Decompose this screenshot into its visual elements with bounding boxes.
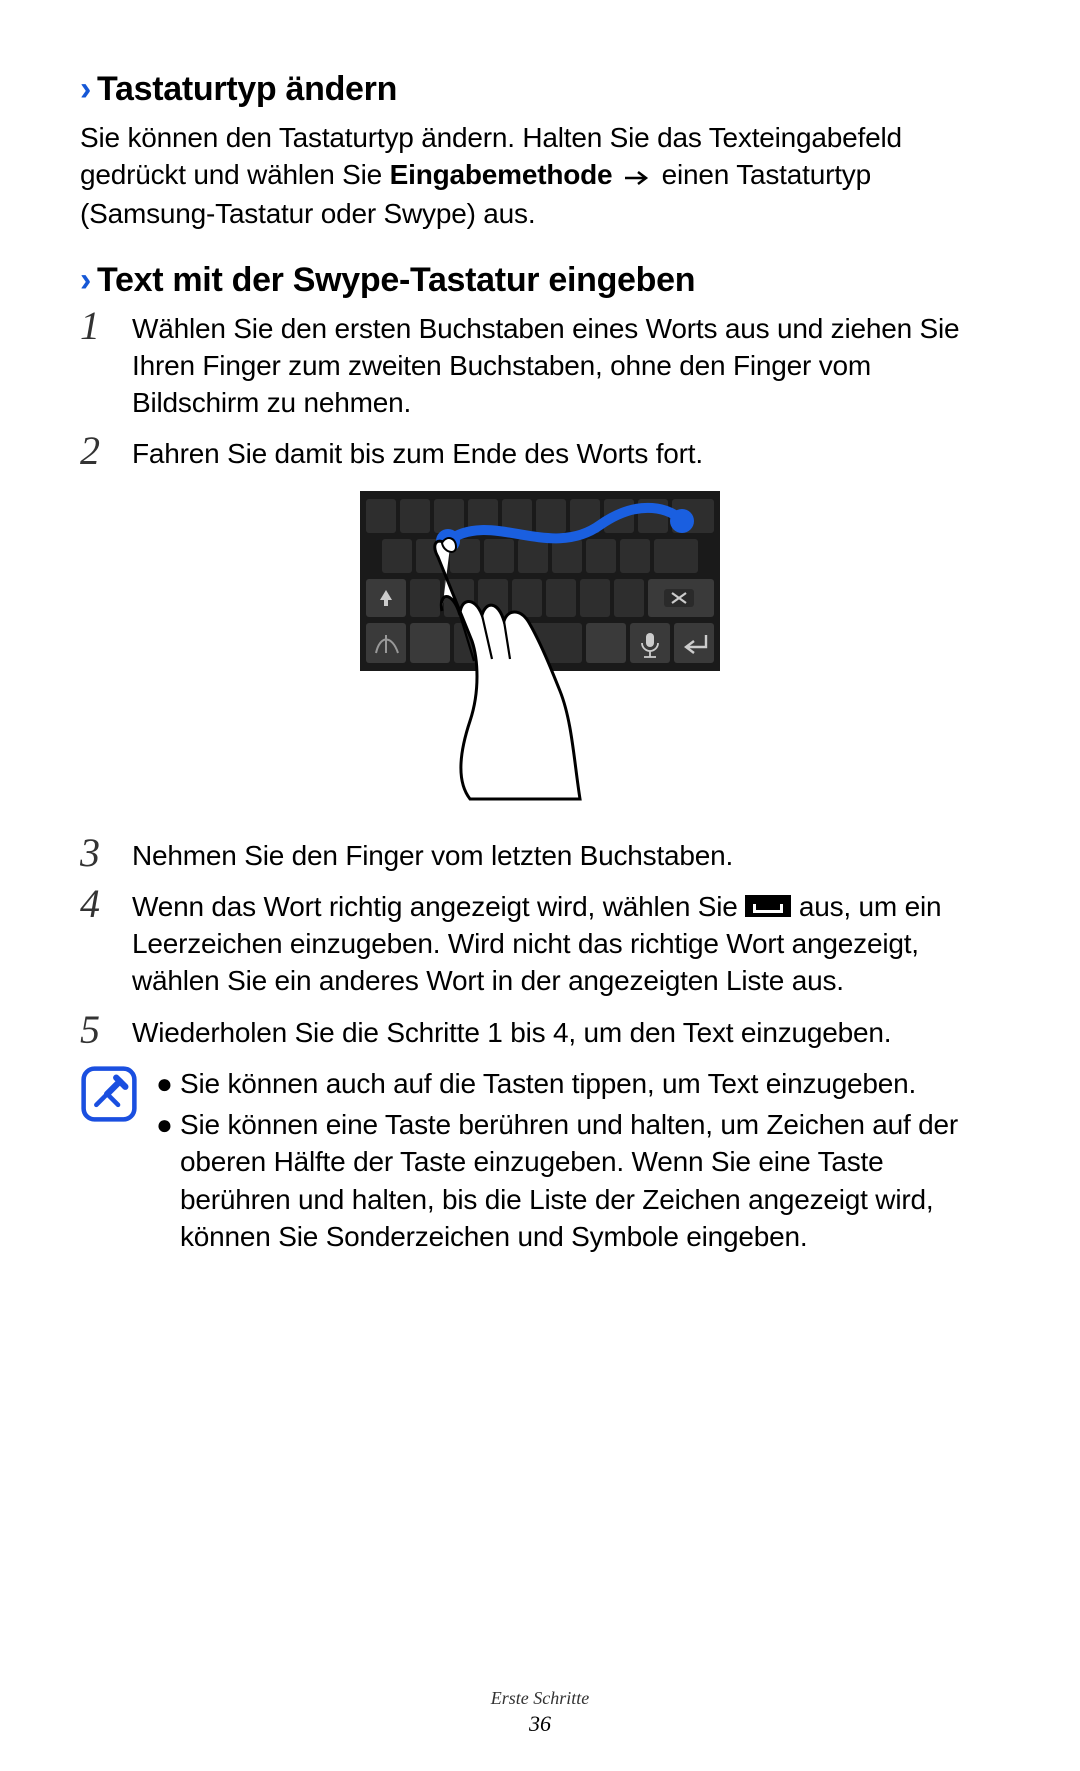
step-item: 2 Fahren Sie damit bis zum Ende des Wort… <box>80 435 1000 472</box>
note-item: ● Sie können eine Taste berühren und hal… <box>156 1106 1000 1255</box>
step-text: Wiederholen Sie die Schritte 1 bis 4, um… <box>132 1014 1000 1051</box>
arrow-right-icon <box>624 158 650 195</box>
note-block: ● Sie können auch auf die Tasten tippen,… <box>80 1065 1000 1259</box>
step-number: 2 <box>80 431 114 472</box>
section-change-keyboard-type: ›Tastaturtyp ändern Sie können den Tasta… <box>80 70 1000 233</box>
section-title: Text mit der Swype-Tastatur eingeben <box>97 261 695 299</box>
note-icon <box>80 1065 138 1123</box>
step-number: 3 <box>80 833 114 874</box>
step-item: 4 Wenn das Wort richtig angezeigt wird, … <box>80 888 1000 1000</box>
step-text: Wenn das Wort richtig angezeigt wird, wä… <box>132 888 1000 1000</box>
step-number: 5 <box>80 1010 114 1051</box>
step-text: Fahren Sie damit bis zum Ende des Worts … <box>132 435 1000 472</box>
section-heading: ›Tastaturtyp ändern <box>80 70 1000 109</box>
step-text: Nehmen Sie den Finger vom letzten Buchst… <box>132 837 1000 874</box>
steps-list: 1 Wählen Sie den ersten Buchstaben eines… <box>80 310 1000 473</box>
note-icon-container <box>80 1065 138 1259</box>
note-text: Sie können eine Taste berühren und halte… <box>180 1106 1000 1255</box>
chevron-icon: › <box>80 70 91 108</box>
section-title: Tastaturtyp ändern <box>97 70 397 108</box>
steps-list-continued: 3 Nehmen Sie den Finger vom letzten Buch… <box>80 837 1000 1051</box>
chevron-icon: › <box>80 261 91 299</box>
step-number: 1 <box>80 306 114 422</box>
footer-page-number: 36 <box>0 1711 1080 1737</box>
step-item: 1 Wählen Sie den ersten Buchstaben eines… <box>80 310 1000 422</box>
note-item: ● Sie können auch auf die Tasten tippen,… <box>156 1065 1000 1102</box>
step-number: 4 <box>80 884 114 1000</box>
section-swype-input: ›Text mit der Swype-Tastatur eingeben 1 … <box>80 261 1000 1259</box>
step-item: 5 Wiederholen Sie die Schritte 1 bis 4, … <box>80 1014 1000 1051</box>
step-item: 3 Nehmen Sie den Finger vom letzten Buch… <box>80 837 1000 874</box>
page-footer: Erste Schritte 36 <box>0 1688 1080 1737</box>
section-heading: ›Text mit der Swype-Tastatur eingeben <box>80 261 1000 300</box>
bold-term: Eingabemethode <box>390 159 613 190</box>
bullet-icon: ● <box>156 1065 170 1102</box>
step-text: Wählen Sie den ersten Buchstaben eines W… <box>132 310 1000 422</box>
keyboard-icon <box>360 491 720 811</box>
note-text: Sie können auch auf die Tasten tippen, u… <box>180 1065 916 1102</box>
spacebar-icon <box>745 895 791 917</box>
section-paragraph: Sie können den Tastaturtyp ändern. Halte… <box>80 119 1000 233</box>
swype-illustration <box>80 491 1000 811</box>
footer-section-name: Erste Schritte <box>0 1688 1080 1709</box>
manual-page: ›Tastaturtyp ändern Sie können den Tasta… <box>0 0 1080 1771</box>
note-list: ● Sie können auch auf die Tasten tippen,… <box>156 1065 1000 1259</box>
bullet-icon: ● <box>156 1106 170 1255</box>
